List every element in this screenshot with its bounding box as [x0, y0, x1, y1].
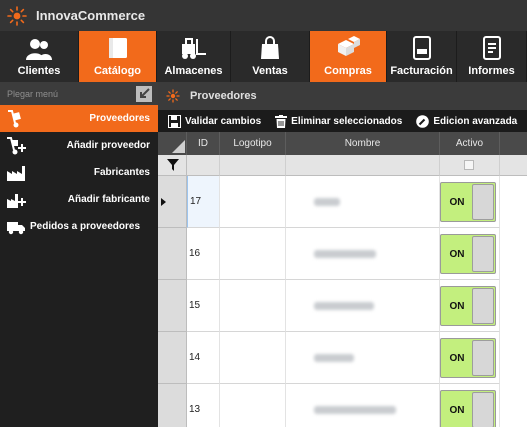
active-toggle[interactable]: ON	[440, 390, 496, 427]
toggle-thumb	[472, 340, 494, 376]
validate-changes-label: Validar cambios	[185, 115, 262, 127]
sun-logo-icon	[6, 5, 28, 27]
sidebar-item-fabricantes[interactable]: Fabricantes	[0, 159, 158, 186]
corner-triangle-icon	[172, 140, 185, 153]
redacted-name	[314, 405, 396, 414]
save-icon	[168, 114, 181, 128]
cell-id[interactable]: 13	[187, 384, 220, 427]
filter-id[interactable]	[187, 155, 220, 176]
nav-informes[interactable]: Informes	[457, 31, 527, 82]
trash-icon	[275, 114, 288, 128]
filter-row-indicator	[158, 155, 187, 176]
title-bar: InnovaCommerce	[0, 0, 527, 31]
column-header-id[interactable]: ID	[187, 132, 220, 155]
row-selector[interactable]	[158, 384, 187, 427]
hand-truck-icon	[8, 109, 21, 127]
delete-selected-button[interactable]: Eliminar seleccionados	[275, 114, 403, 128]
redacted-name	[314, 353, 354, 362]
delete-selected-label: Eliminar seleccionados	[291, 115, 403, 127]
cell-logotipo[interactable]	[220, 332, 286, 384]
cell-logotipo[interactable]	[220, 176, 286, 228]
panel-title: Proveedores	[190, 90, 257, 102]
toggle-thumb	[472, 392, 494, 427]
shopping-bag-icon	[261, 36, 279, 59]
cell-id[interactable]: 17	[187, 176, 220, 228]
report-icon	[482, 36, 501, 60]
sidebar-item-proveedores[interactable]: Proveedores	[0, 105, 158, 132]
app-title: InnovaCommerce	[36, 8, 146, 23]
active-toggle[interactable]: ON	[440, 234, 496, 274]
active-toggle[interactable]: ON	[440, 182, 496, 222]
cell-id[interactable]: 16	[187, 228, 220, 280]
column-header-activo[interactable]: Activo	[440, 132, 500, 155]
column-header-empty	[500, 132, 527, 155]
factory-icon	[7, 165, 25, 181]
invoice-icon	[412, 36, 431, 60]
users-icon	[26, 39, 52, 60]
collapse-arrow-icon	[140, 87, 150, 98]
nav-facturacion[interactable]: Facturación	[387, 31, 457, 82]
book-icon	[108, 38, 127, 58]
sun-small-icon	[166, 89, 180, 103]
cell-nombre[interactable]	[286, 332, 440, 384]
nav-compras[interactable]: Compras	[310, 31, 387, 82]
cell-nombre[interactable]	[286, 384, 440, 427]
delivery-truck-icon	[7, 221, 25, 234]
column-header-logotipo[interactable]: Logotipo	[220, 132, 286, 155]
row-selector[interactable]	[158, 228, 187, 280]
redacted-name	[314, 197, 340, 206]
panel-header: Proveedores	[158, 82, 527, 110]
hand-truck-add-icon	[7, 136, 26, 154]
toggle-thumb	[472, 236, 494, 272]
current-row-arrow-icon	[161, 198, 166, 206]
cell-nombre[interactable]	[286, 228, 440, 280]
suppliers-grid: ID Logotipo Nombre Activo 17 ON 16 ON 15…	[158, 132, 527, 427]
advanced-edit-label: Edicion avanzada	[433, 115, 518, 127]
pencil-icon	[416, 114, 430, 128]
forklift-icon	[181, 38, 206, 59]
sidebar-item-pedidos-proveedores[interactable]: Pedidos a proveedores	[0, 213, 158, 240]
filter-logotipo[interactable]	[220, 155, 286, 176]
filter-nombre[interactable]	[286, 155, 440, 176]
nav-clientes[interactable]: Clientes	[0, 31, 79, 82]
sidebar-item-anadir-proveedor[interactable]: Añadir proveedor	[0, 132, 158, 159]
column-header-nombre[interactable]: Nombre	[286, 132, 440, 155]
factory-add-icon	[7, 193, 26, 208]
row-selector[interactable]	[158, 332, 187, 384]
nav-catalogo[interactable]: Catálogo	[79, 31, 157, 82]
sidebar-item-anadir-fabricante[interactable]: Añadir fabricante	[0, 186, 158, 213]
filter-empty	[500, 155, 527, 176]
filter-activo[interactable]	[440, 155, 500, 176]
nav-ventas[interactable]: Ventas	[231, 31, 310, 82]
cell-id[interactable]: 14	[187, 332, 220, 384]
collapse-menu-row[interactable]: Plegar menú	[0, 82, 158, 105]
active-toggle[interactable]: ON	[440, 338, 496, 378]
filter-checkbox[interactable]	[464, 160, 474, 170]
grid-toolbar: Validar cambios Eliminar seleccionados E…	[158, 110, 527, 132]
nav-almacenes[interactable]: Almacenes	[157, 31, 231, 82]
cell-logotipo[interactable]	[220, 384, 286, 427]
collapse-menu-button[interactable]	[136, 85, 152, 102]
cell-nombre[interactable]	[286, 280, 440, 332]
collapse-menu-label: Plegar menú	[7, 88, 59, 99]
main-navigation: Clientes Catálogo Almacenes Ventas Compr…	[0, 31, 527, 82]
validate-changes-button[interactable]: Validar cambios	[168, 114, 262, 128]
select-all-corner[interactable]	[158, 132, 187, 155]
advanced-edit-button[interactable]: Edicion avanzada	[416, 114, 518, 128]
toggle-thumb	[472, 288, 494, 324]
toggle-thumb	[472, 184, 494, 220]
filter-icon	[167, 159, 179, 171]
active-toggle[interactable]: ON	[440, 286, 496, 326]
redacted-name	[314, 249, 376, 258]
sidebar: Plegar menú Proveedores Añadir proveedor…	[0, 82, 158, 427]
cell-id[interactable]: 15	[187, 280, 220, 332]
redacted-name	[314, 301, 374, 310]
boxes-icon	[338, 36, 360, 56]
row-selector[interactable]	[158, 176, 187, 228]
row-selector[interactable]	[158, 280, 187, 332]
cell-logotipo[interactable]	[220, 280, 286, 332]
cell-nombre[interactable]	[286, 176, 440, 228]
cell-logotipo[interactable]	[220, 228, 286, 280]
